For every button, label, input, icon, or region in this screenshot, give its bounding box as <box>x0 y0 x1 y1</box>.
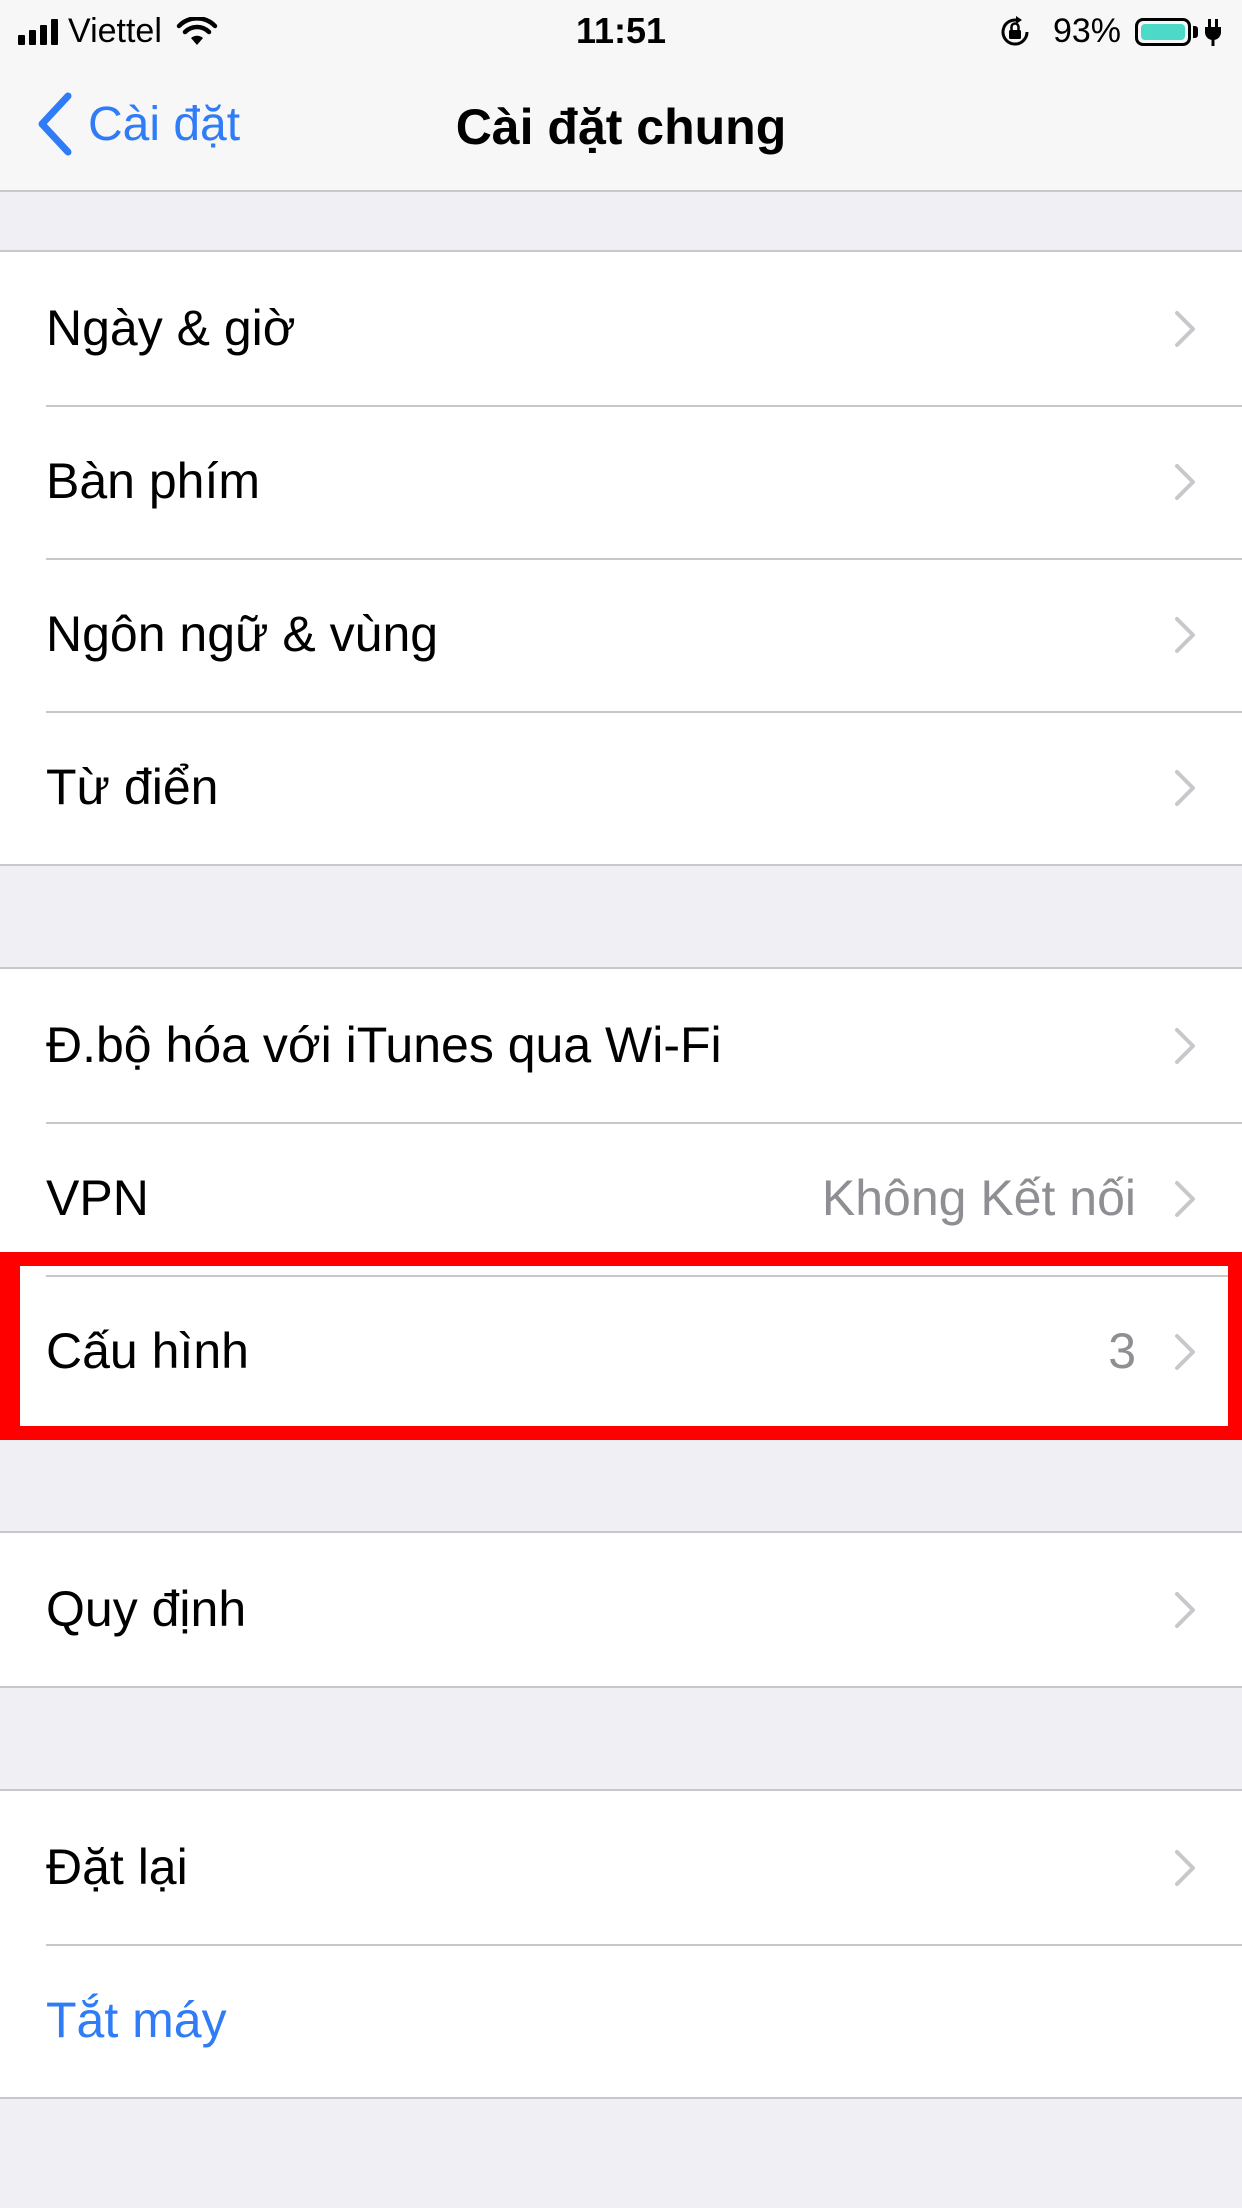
vpn-status: Không Kết nối <box>821 1170 1136 1226</box>
row-language-region[interactable]: Ngôn ngữ & vùng <box>0 558 1242 711</box>
chevron-right-icon <box>1175 1028 1195 1064</box>
row-label: Ngày & giờ <box>46 300 296 356</box>
chevron-right-icon <box>1175 1592 1195 1628</box>
row-dictionary[interactable]: Từ điển <box>0 711 1242 864</box>
chevron-right-icon <box>1175 1850 1195 1886</box>
row-label: Cấu hình <box>46 1323 249 1379</box>
row-profiles[interactable]: Cấu hình 3 <box>0 1275 1242 1428</box>
profiles-count: 3 <box>1108 1323 1136 1379</box>
charging-icon <box>1205 18 1221 46</box>
row-label: Quy định <box>46 1581 247 1637</box>
chevron-right-icon <box>1175 1181 1195 1217</box>
status-bar: Viettel 11:51 93% <box>0 0 1242 62</box>
battery-percent: 93% <box>1052 12 1121 50</box>
chevron-right-icon <box>1175 464 1195 500</box>
row-keyboard[interactable]: Bàn phím <box>0 405 1242 558</box>
chevron-right-icon <box>1175 311 1195 347</box>
settings-group-4: Đặt lại Tắt máy <box>0 1789 1242 2099</box>
row-label: Bàn phím <box>46 453 261 509</box>
battery-icon <box>1135 17 1191 46</box>
row-itunes-wifi-sync[interactable]: Đ.bộ hóa với iTunes qua Wi-Fi <box>0 969 1242 1122</box>
row-regulatory[interactable]: Quy định <box>0 1533 1242 1686</box>
chevron-right-icon <box>1175 617 1195 653</box>
chevron-right-icon <box>1175 770 1195 806</box>
settings-group-3: Quy định <box>0 1531 1242 1688</box>
row-reset[interactable]: Đặt lại <box>0 1791 1242 1944</box>
shut-down-label: Tắt máy <box>46 1992 227 2048</box>
row-label: Đặt lại <box>46 1839 188 1895</box>
chevron-right-icon <box>1175 1334 1195 1370</box>
row-label: Đ.bộ hóa với iTunes qua Wi-Fi <box>46 1017 722 1073</box>
battery-tip <box>1193 25 1198 38</box>
row-date-time[interactable]: Ngày & giờ <box>0 252 1242 405</box>
row-shut-down[interactable]: Tắt máy <box>0 1944 1242 2097</box>
settings-group-2: Đ.bộ hóa với iTunes qua Wi-Fi VPN Không … <box>0 967 1242 1430</box>
row-vpn[interactable]: VPN Không Kết nối <box>0 1122 1242 1275</box>
row-label: Ngôn ngữ & vùng <box>46 606 439 662</box>
page-title: Cài đặt chung <box>455 99 787 155</box>
navigation-bar: Cài đặt Cài đặt chung <box>0 62 1242 192</box>
row-label: VPN <box>46 1170 149 1226</box>
settings-group-1: Ngày & giờ Bàn phím Ngôn ngữ & vùng Từ đ… <box>0 250 1242 866</box>
row-label: Từ điển <box>46 759 219 815</box>
rotation-lock-icon <box>1001 15 1029 46</box>
